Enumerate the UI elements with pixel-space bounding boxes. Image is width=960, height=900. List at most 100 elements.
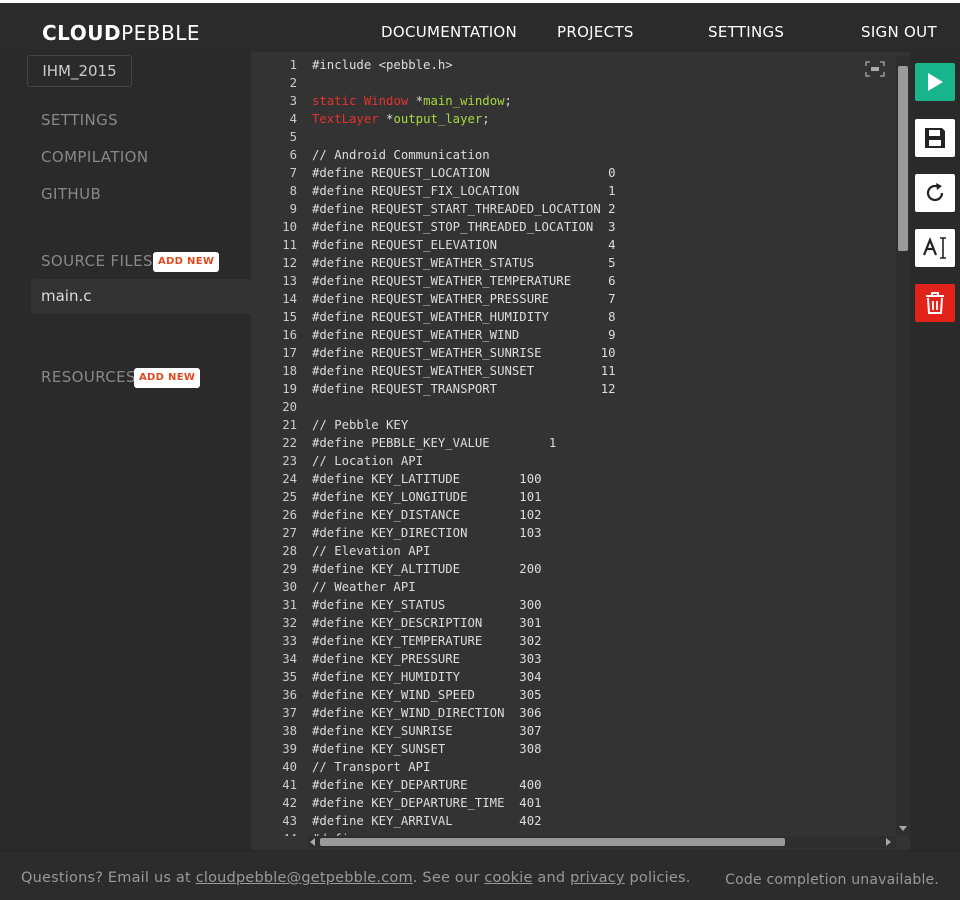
- cookie-policy-link[interactable]: cookie: [484, 870, 532, 886]
- sidebar-item-compilation[interactable]: COMPILATION: [41, 148, 149, 166]
- app-footer: Questions? Email us at cloudpebble@getpe…: [0, 850, 960, 900]
- line-number: 27: [282, 526, 297, 540]
- line-text: #define KEY_LONGITUDE 101: [312, 490, 542, 504]
- line-text: #define REQUEST_WEATHER_TEMPERATURE 6: [312, 274, 616, 288]
- reload-button[interactable]: [915, 174, 955, 212]
- add-resource-button[interactable]: ADD NEW: [134, 368, 201, 388]
- sidebar-item-github[interactable]: GITHUB: [41, 185, 101, 203]
- sidebar-item-settings[interactable]: SETTINGS: [41, 111, 118, 129]
- line-number: 30: [282, 580, 297, 594]
- code-line[interactable]: 29 #define KEY_ALTITUDE 200: [251, 560, 896, 578]
- code-line[interactable]: 32 #define KEY_DESCRIPTION 301: [251, 614, 896, 632]
- footer-suffix: policies.: [624, 870, 691, 886]
- line-text: #define KEY_DESCRIPTION 301: [312, 616, 542, 630]
- line-number: 23: [282, 454, 297, 468]
- identifier-token: output_layer: [393, 112, 483, 126]
- code-line[interactable]: 39 #define KEY_SUNSET 308: [251, 740, 896, 758]
- line-text: // Android Communication: [312, 148, 490, 162]
- code-line[interactable]: 36 #define KEY_WIND_SPEED 305: [251, 686, 896, 704]
- project-name-button[interactable]: IHM_2015: [27, 55, 132, 87]
- line-number: 31: [282, 598, 297, 612]
- add-source-file-button[interactable]: ADD NEW: [153, 252, 220, 272]
- line-number: 5: [289, 130, 297, 144]
- code-line[interactable]: 24 #define KEY_LATITUDE 100: [251, 470, 896, 488]
- delete-button[interactable]: [915, 284, 955, 322]
- code-line[interactable]: 13 #define REQUEST_WEATHER_TEMPERATURE 6: [251, 272, 896, 290]
- line-number: 17: [282, 346, 297, 360]
- line-text: TextLayer *output_layer;: [312, 110, 490, 128]
- code-line[interactable]: 18 #define REQUEST_WEATHER_SUNSET 11: [251, 362, 896, 380]
- code-line[interactable]: 35 #define KEY_HUMIDITY 304: [251, 668, 896, 686]
- code-line[interactable]: 11 #define REQUEST_ELEVATION 4: [251, 236, 896, 254]
- code-line[interactable]: 27 #define KEY_DIRECTION 103: [251, 524, 896, 542]
- code-line[interactable]: 2: [251, 74, 896, 92]
- line-text: #define KEY_DEPARTURE_TIME 401: [312, 796, 542, 810]
- horizontal-scroll-thumb[interactable]: [320, 838, 785, 846]
- code-line[interactable]: 28 // Elevation API: [251, 542, 896, 560]
- code-line[interactable]: 1 #include <pebble.h>: [251, 56, 896, 74]
- scroll-right-arrow-icon[interactable]: [886, 838, 892, 846]
- code-line[interactable]: 4 TextLayer *output_layer;: [251, 110, 896, 128]
- code-line[interactable]: 43 #define KEY_ARRIVAL 402: [251, 812, 896, 830]
- code-line[interactable]: 41 #define KEY_DEPARTURE 400: [251, 776, 896, 794]
- save-button[interactable]: [915, 119, 955, 157]
- vertical-scroll-thumb[interactable]: [898, 66, 908, 251]
- code-line[interactable]: 40 // Transport API: [251, 758, 896, 776]
- line-number: 36: [282, 688, 297, 702]
- code-line[interactable]: 37 #define KEY_WIND_DIRECTION 306: [251, 704, 896, 722]
- code-line[interactable]: 31 #define KEY_STATUS 300: [251, 596, 896, 614]
- line-text: #define REQUEST_WEATHER_SUNSET 11: [312, 364, 616, 378]
- code-line[interactable]: 3 static Window *main_window;: [251, 92, 896, 110]
- code-line[interactable]: 16 #define REQUEST_WEATHER_WIND 9: [251, 326, 896, 344]
- line-number: 19: [282, 382, 297, 396]
- code-line[interactable]: 23 // Location API: [251, 452, 896, 470]
- line-number: 34: [282, 652, 297, 666]
- line-number: 8: [289, 184, 297, 198]
- nav-documentation[interactable]: DOCUMENTATION: [381, 23, 517, 41]
- privacy-policy-link[interactable]: privacy: [570, 870, 625, 886]
- code-line[interactable]: 34 #define KEY_PRESSURE 303: [251, 650, 896, 668]
- vertical-scrollbar[interactable]: [896, 56, 910, 836]
- line-number: 42: [282, 796, 297, 810]
- code-token: *: [378, 112, 394, 126]
- line-number: 29: [282, 562, 297, 576]
- code-line[interactable]: 20: [251, 398, 896, 416]
- code-line[interactable]: 42 #define KEY_DEPARTURE_TIME 401: [251, 794, 896, 812]
- code-line[interactable]: 21 // Pebble KEY: [251, 416, 896, 434]
- code-line[interactable]: 14 #define REQUEST_WEATHER_PRESSURE 7: [251, 290, 896, 308]
- code-line[interactable]: 33 #define KEY_TEMPERATURE 302: [251, 632, 896, 650]
- fullscreen-icon[interactable]: [865, 61, 885, 77]
- code-line[interactable]: 25 #define KEY_LONGITUDE 101: [251, 488, 896, 506]
- code-line[interactable]: 26 #define KEY_DISTANCE 102: [251, 506, 896, 524]
- code-line[interactable]: 22 #define PEBBLE_KEY_VALUE 1: [251, 434, 896, 452]
- code-line[interactable]: 38 #define KEY_SUNRISE 307: [251, 722, 896, 740]
- nav-sign-out[interactable]: SIGN OUT: [861, 23, 937, 41]
- run-button[interactable]: [915, 63, 955, 101]
- source-file-item[interactable]: main.c: [31, 279, 251, 314]
- code-line[interactable]: 30 // Weather API: [251, 578, 896, 596]
- code-line[interactable]: 15 #define REQUEST_WEATHER_HUMIDITY 8: [251, 308, 896, 326]
- code-line[interactable]: 7 #define REQUEST_LOCATION 0: [251, 164, 896, 182]
- code-line[interactable]: 8 #define REQUEST_FIX_LOCATION 1: [251, 182, 896, 200]
- code-area[interactable]: 1 #include <pebble.h> 2 3 static Window *mai…: [251, 56, 896, 836]
- code-line[interactable]: 19 #define REQUEST_TRANSPORT 12: [251, 380, 896, 398]
- line-text: #define REQUEST_WEATHER_PRESSURE 7: [312, 292, 616, 306]
- code-editor[interactable]: 1 #include <pebble.h> 2 3 static Window *mai…: [251, 52, 910, 850]
- code-line[interactable]: 10 #define REQUEST_STOP_THREADED_LOCATION…: [251, 218, 896, 236]
- scroll-left-arrow-icon[interactable]: [310, 838, 316, 846]
- code-line[interactable]: 17 #define REQUEST_WEATHER_SUNRISE 10: [251, 344, 896, 362]
- cloudpebble-logo[interactable]: CLOUDPEBBLE: [42, 21, 200, 45]
- nav-settings[interactable]: SETTINGS: [708, 23, 784, 41]
- line-number: 12: [282, 256, 297, 270]
- line-number: 22: [282, 436, 297, 450]
- code-line[interactable]: 6 // Android Communication: [251, 146, 896, 164]
- horizontal-scrollbar[interactable]: [308, 836, 896, 848]
- support-email-link[interactable]: cloudpebble@getpebble.com: [196, 870, 413, 886]
- line-number: 11: [282, 238, 297, 252]
- scroll-down-arrow-icon[interactable]: [899, 826, 907, 832]
- rename-button[interactable]: [915, 229, 955, 267]
- code-line[interactable]: 5: [251, 128, 896, 146]
- code-line[interactable]: 9 #define REQUEST_START_THREADED_LOCATION…: [251, 200, 896, 218]
- nav-projects[interactable]: PROJECTS: [557, 23, 634, 41]
- code-line[interactable]: 12 #define REQUEST_WEATHER_STATUS 5: [251, 254, 896, 272]
